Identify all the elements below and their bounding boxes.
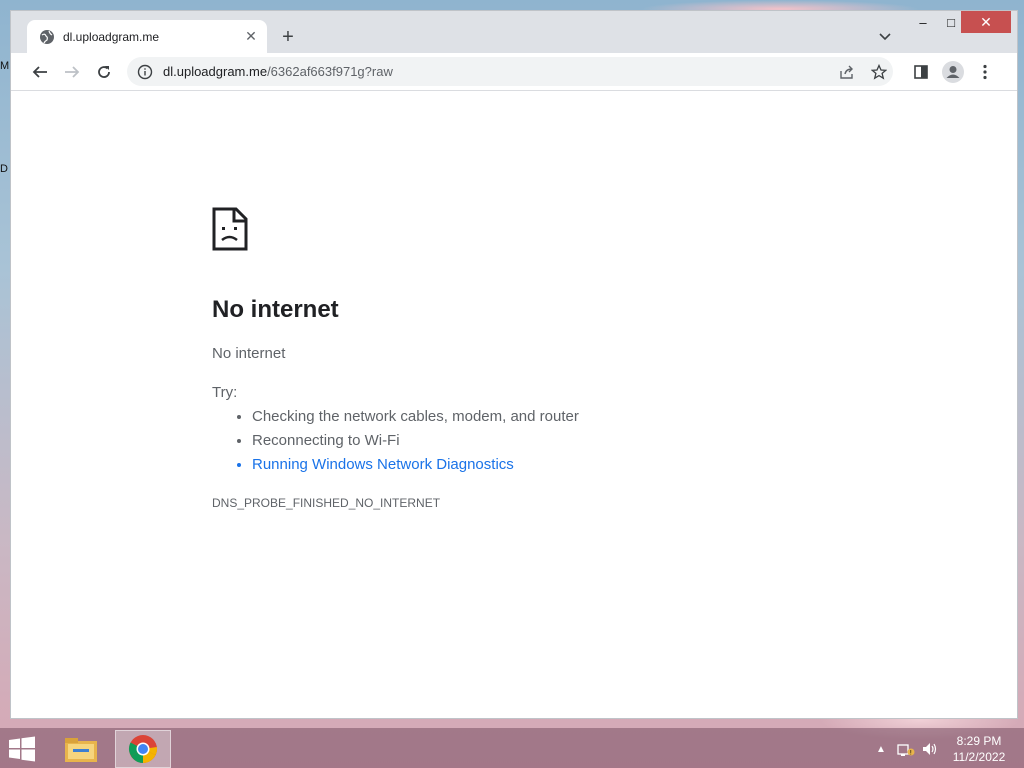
url-host: dl.uploadgram.me (163, 64, 268, 79)
new-tab-button[interactable]: + (277, 26, 299, 48)
suggestion-list: Checking the network cables, modem, and … (252, 408, 579, 480)
network-icon[interactable]: ! (896, 740, 916, 758)
tab-close-icon[interactable]: ✕ (241, 27, 261, 47)
svg-text:!: ! (910, 749, 912, 756)
suggestion-item: Reconnecting to Wi-Fi (252, 432, 579, 456)
sad-document-icon (212, 207, 248, 256)
tab-strip: dl.uploadgram.me ✕ + – □ ✕ (11, 11, 1017, 53)
start-button[interactable] (8, 736, 38, 762)
file-explorer-icon[interactable] (53, 730, 109, 768)
bookmark-star-icon[interactable] (867, 57, 891, 86)
suggestion-item: Checking the network cables, modem, and … (252, 408, 579, 432)
globe-icon (39, 29, 55, 45)
tab-search-icon[interactable] (875, 27, 895, 47)
browser-window: dl.uploadgram.me ✕ + – □ ✕ dl.uploadgram… (10, 10, 1018, 719)
url-path: /6362af663f971g?raw (267, 64, 393, 79)
page-content: No internet No internet Try: Checking th… (11, 91, 1017, 718)
back-icon[interactable] (28, 60, 52, 84)
tab-title: dl.uploadgram.me (63, 29, 160, 44)
address-bar[interactable]: dl.uploadgram.me/6362af663f971g?raw (127, 57, 893, 86)
clock-time: 8:29 PM (956, 734, 1002, 748)
side-panel-icon[interactable] (909, 60, 933, 84)
browser-toolbar: dl.uploadgram.me/6362af663f971g?raw (11, 53, 1017, 91)
share-icon[interactable] (835, 57, 859, 86)
network-diagnostics-link[interactable]: Running Windows Network Diagnostics (252, 456, 579, 480)
try-label: Try: (212, 384, 238, 401)
tab-active[interactable]: dl.uploadgram.me ✕ (27, 20, 267, 53)
desktop-icon-label: D (0, 163, 8, 175)
tray-expand-icon[interactable]: ▲ (874, 740, 888, 758)
desktop-icon-label: M (0, 60, 10, 72)
chrome-icon[interactable] (115, 730, 171, 768)
error-title: No internet (212, 296, 339, 323)
volume-icon[interactable] (920, 740, 940, 758)
minimize-button[interactable]: – (911, 11, 935, 33)
site-info-icon[interactable] (137, 64, 153, 80)
taskbar: ▲ ! 8:29 PM 11/2/2022 (0, 728, 1024, 768)
maximize-button[interactable]: □ (939, 11, 963, 33)
error-code: DNS_PROBE_FINISHED_NO_INTERNET (212, 496, 441, 510)
system-clock[interactable]: 8:29 PM 11/2/2022 (944, 733, 1014, 765)
profile-avatar-icon[interactable] (941, 60, 965, 84)
menu-icon[interactable] (973, 60, 997, 84)
clock-date: 11/2/2022 (952, 750, 1006, 764)
close-window-button[interactable]: ✕ (961, 11, 1011, 33)
forward-icon[interactable] (60, 60, 84, 84)
url-text: dl.uploadgram.me/6362af663f971g?raw (163, 64, 393, 79)
reload-icon[interactable] (92, 60, 116, 84)
error-subtitle: No internet (212, 345, 286, 362)
